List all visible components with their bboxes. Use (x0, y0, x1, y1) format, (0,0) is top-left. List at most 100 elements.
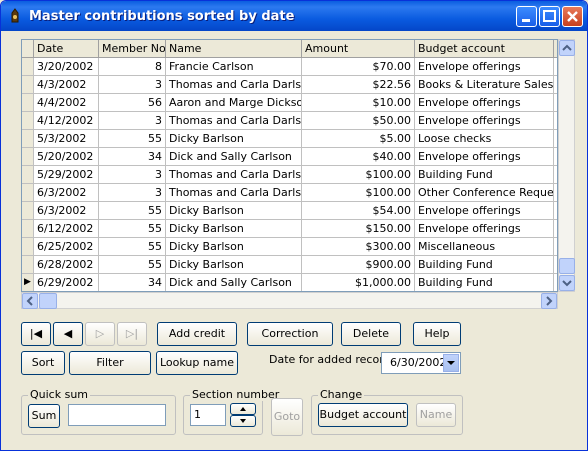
cell-member-no[interactable]: 56 (99, 94, 166, 112)
cell-amount[interactable]: $100.00 (302, 184, 415, 202)
cell-member-no[interactable]: 3 (99, 76, 166, 94)
cell-name[interactable]: Dicky Barlson (166, 238, 302, 256)
lookup-name-button[interactable]: Lookup name (156, 351, 238, 375)
cell-date[interactable]: 3/20/2002 (34, 58, 99, 76)
cell-name[interactable]: Thomas and Carla Darlson (166, 166, 302, 184)
close-button[interactable] (562, 6, 583, 27)
table-row[interactable]: 6/3/2002 3 Thomas and Carla Darlson $100… (22, 184, 557, 202)
date-dropdown-button[interactable] (443, 354, 459, 372)
cell-amount[interactable]: $70.00 (302, 58, 415, 76)
sort-button[interactable]: Sort (21, 351, 65, 375)
cell-amount[interactable]: $22.56 (302, 76, 415, 94)
table-row[interactable]: 6/28/2002 55 Dicky Barlson $900.00 Build… (22, 256, 557, 274)
cell-name[interactable]: Thomas and Carla Darlson (166, 184, 302, 202)
row-selector[interactable] (22, 148, 34, 166)
name-button[interactable]: Name (416, 403, 456, 427)
cell-date[interactable]: 5/29/2002 (34, 166, 99, 184)
horizontal-scrollbar[interactable] (21, 292, 558, 309)
cell-date[interactable]: 6/25/2002 (34, 238, 99, 256)
add-credit-button[interactable]: Add credit (157, 322, 237, 346)
cell-budget-account[interactable]: Envelope offerings (415, 148, 554, 166)
cell-member-no[interactable]: 34 (99, 148, 166, 166)
row-selector[interactable] (22, 202, 34, 220)
correction-button[interactable]: Correction (247, 322, 333, 346)
vertical-scrollbar[interactable] (558, 39, 575, 292)
row-selector[interactable] (22, 130, 34, 148)
table-row[interactable]: 5/29/2002 3 Thomas and Carla Darlson $10… (22, 166, 557, 184)
table-row[interactable]: 5/20/2002 34 Dick and Sally Carlson $40.… (22, 148, 557, 166)
cell-member-no[interactable]: 55 (99, 238, 166, 256)
cell-member-no[interactable]: 3 (99, 166, 166, 184)
cell-amount[interactable]: $1,000.00 (302, 274, 415, 291)
section-number-field[interactable]: 1 (190, 404, 226, 426)
cell-name[interactable]: Dick and Sally Carlson (166, 274, 302, 291)
hscroll-thumb[interactable] (39, 293, 57, 309)
table-row[interactable]: 6/12/2002 55 Dicky Barlson $150.00 Envel… (22, 220, 557, 238)
cell-member-no[interactable]: 55 (99, 220, 166, 238)
cell-name[interactable]: Dicky Barlson (166, 130, 302, 148)
table-row[interactable]: 6/25/2002 55 Dicky Barlson $300.00 Misce… (22, 238, 557, 256)
scroll-up-button[interactable] (559, 40, 575, 56)
cell-amount[interactable]: $150.00 (302, 220, 415, 238)
row-selector[interactable] (22, 220, 34, 238)
table-row[interactable]: 4/4/2002 56 Aaron and Marge Dickson $10.… (22, 94, 557, 112)
cell-date[interactable]: 6/3/2002 (34, 202, 99, 220)
row-selector[interactable] (22, 112, 34, 130)
budget-account-button[interactable]: Budget account (318, 403, 408, 427)
row-selector[interactable] (22, 166, 34, 184)
scroll-thumb[interactable] (559, 258, 575, 274)
cell-amount[interactable]: $40.00 (302, 148, 415, 166)
delete-button[interactable]: Delete (341, 322, 401, 346)
cell-member-no[interactable]: 34 (99, 274, 166, 291)
date-added-combo[interactable]: 6/30/2002 (381, 352, 461, 374)
cell-name[interactable]: Dicky Barlson (166, 256, 302, 274)
goto-button[interactable]: Goto (271, 398, 303, 436)
table-row[interactable]: 4/12/2002 3 Thomas and Carla Darlson $50… (22, 112, 557, 130)
cell-budget-account[interactable]: Envelope offerings (415, 94, 554, 112)
header-amount[interactable]: Amount (302, 40, 415, 58)
cell-name[interactable]: Dick and Sally Carlson (166, 148, 302, 166)
cell-amount[interactable]: $300.00 (302, 238, 415, 256)
cell-member-no[interactable]: 3 (99, 112, 166, 130)
row-selector[interactable] (22, 76, 34, 94)
cell-date[interactable]: 6/28/2002 (34, 256, 99, 274)
minimize-button[interactable] (516, 6, 537, 27)
scroll-down-button[interactable] (559, 275, 575, 291)
cell-budget-account[interactable]: Envelope offerings (415, 112, 554, 130)
cell-amount[interactable]: $54.00 (302, 202, 415, 220)
quick-sum-field[interactable] (68, 404, 166, 426)
row-selector[interactable] (22, 184, 34, 202)
cell-member-no[interactable]: 8 (99, 58, 166, 76)
table-row[interactable]: 6/3/2002 55 Dicky Barlson $54.00 Envelop… (22, 202, 557, 220)
next-record-button[interactable]: ▷ (85, 322, 115, 346)
section-up-button[interactable] (230, 403, 256, 415)
current-row-marker[interactable]: ▶ (22, 274, 34, 291)
table-row[interactable]: 5/3/2002 55 Dicky Barlson $5.00 Loose ch… (22, 130, 557, 148)
header-budget-account[interactable]: Budget account (415, 40, 554, 58)
cell-name[interactable]: Aaron and Marge Dickson (166, 94, 302, 112)
cell-date[interactable]: 6/12/2002 (34, 220, 99, 238)
table-row[interactable]: 4/3/2002 3 Thomas and Carla Darlson $22.… (22, 76, 557, 94)
maximize-button[interactable] (539, 6, 560, 27)
cell-date[interactable]: 5/3/2002 (34, 130, 99, 148)
contributions-grid[interactable]: Date Member No. Name Amount Budget accou… (21, 39, 558, 292)
cell-name[interactable]: Francie Carlson (166, 58, 302, 76)
cell-amount[interactable]: $100.00 (302, 166, 415, 184)
section-down-button[interactable] (230, 415, 256, 427)
cell-date[interactable]: 5/20/2002 (34, 148, 99, 166)
help-button[interactable]: Help (413, 322, 461, 346)
cell-budget-account[interactable]: Envelope offerings (415, 58, 554, 76)
cell-date[interactable]: 6/29/2002 (34, 274, 99, 291)
table-row[interactable]: 3/20/2002 8 Francie Carlson $70.00 Envel… (22, 58, 557, 76)
row-selector[interactable] (22, 58, 34, 76)
cell-date[interactable]: 6/3/2002 (34, 184, 99, 202)
scroll-right-button[interactable] (541, 293, 557, 309)
cell-budget-account[interactable]: Miscellaneous (415, 238, 554, 256)
cell-budget-account[interactable]: Building Fund (415, 166, 554, 184)
cell-amount[interactable]: $5.00 (302, 130, 415, 148)
prev-record-button[interactable]: ◀ (53, 322, 83, 346)
row-selector[interactable] (22, 256, 34, 274)
header-member-no[interactable]: Member No. (99, 40, 166, 58)
cell-date[interactable]: 4/4/2002 (34, 94, 99, 112)
cell-name[interactable]: Thomas and Carla Darlson (166, 112, 302, 130)
